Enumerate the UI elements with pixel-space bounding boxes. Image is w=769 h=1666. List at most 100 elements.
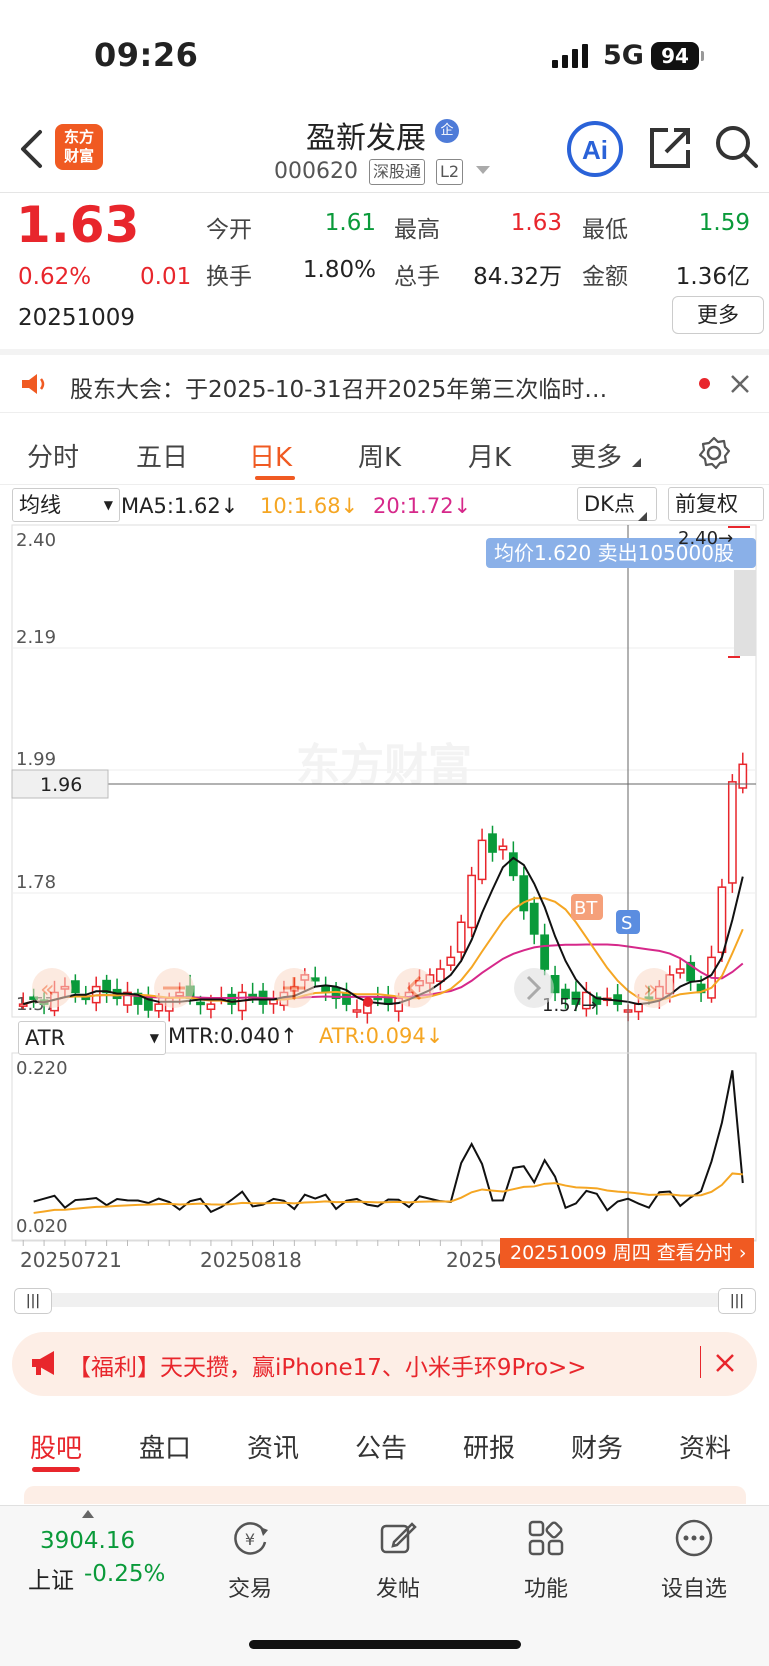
tab-pankou[interactable]: 盘口 <box>139 1428 191 1465</box>
back-icon[interactable] <box>18 128 44 170</box>
chevron-down-icon[interactable] <box>476 166 490 176</box>
tab-weekly-k[interactable]: 周K <box>358 437 401 474</box>
field-value: 1.80% <box>302 257 376 283</box>
change-amount: 0.01 <box>140 264 192 290</box>
field-value: 1.61 <box>324 210 376 236</box>
svg-text:Ai: Ai <box>582 135 608 165</box>
candle-body <box>154 1003 164 1012</box>
field-label: 总手 <box>394 264 440 290</box>
candle-body <box>70 980 80 994</box>
kline-chart[interactable]: 东方财富 2.40 2.19 1.99 1.78 1.57 1.96 均价1.6… <box>0 480 769 1270</box>
tab-announcements[interactable]: 公告 <box>355 1428 407 1465</box>
tab-underline <box>32 1467 80 1472</box>
close-icon[interactable] <box>715 1353 735 1373</box>
grid-icon[interactable] <box>526 1518 566 1558</box>
stock-code: 000620 <box>274 159 358 184</box>
enterprise-badge: 企 <box>435 119 459 143</box>
chevron-icon <box>632 458 641 467</box>
current-price: 1.63 <box>16 196 140 254</box>
tab-minute[interactable]: 分时 <box>27 437 79 474</box>
candle-body <box>81 996 91 1001</box>
candle-body <box>206 1003 216 1011</box>
range-handle-right[interactable]: ||| <box>718 1288 756 1314</box>
watermark: 东方财富 <box>296 741 472 790</box>
candle-body <box>352 1009 362 1013</box>
atr-line <box>33 1172 743 1214</box>
tab-research[interactable]: 研报 <box>463 1428 515 1465</box>
view-intraday-button[interactable]: 20251009 周四 查看分时 › <box>500 1238 754 1268</box>
atr-select[interactable]: ATR ▼ <box>18 1021 166 1055</box>
candle-body <box>456 921 466 953</box>
index-name[interactable]: 上证 <box>28 1561 74 1595</box>
footer-post[interactable]: 发帖 <box>358 1571 438 1603</box>
shareholder-notice[interactable]: 股东大会：于2025-10-31召开2025年第三次临时… <box>70 370 607 404</box>
candle-body <box>196 1001 205 1006</box>
content-preview <box>24 1486 746 1504</box>
svg-text:¥: ¥ <box>245 1530 255 1549</box>
share-icon[interactable] <box>648 126 692 170</box>
stock-name: 盈新发展 <box>306 121 426 156</box>
range-handle-left[interactable]: ||| <box>14 1288 52 1314</box>
candle-body <box>488 833 497 853</box>
scroll-right-button[interactable] <box>514 968 554 1008</box>
field-label: 换手 <box>206 264 252 290</box>
candle-body <box>519 875 529 912</box>
tab-news[interactable]: 资讯 <box>247 1428 299 1465</box>
more-dots-icon[interactable] <box>674 1518 714 1558</box>
ai-icon[interactable]: Ai <box>566 120 624 178</box>
scroll-left-button[interactable] <box>394 968 434 1008</box>
svg-text:»: » <box>643 975 658 1003</box>
footer-trade[interactable]: 交易 <box>210 1571 290 1603</box>
index-value[interactable]: 3904.16 <box>40 1528 135 1554</box>
max-marker: 2.40→ <box>678 528 733 549</box>
more-button[interactable]: 更多 <box>672 296 764 334</box>
search-icon[interactable] <box>714 124 760 170</box>
tab-guba[interactable]: 股吧 <box>30 1428 82 1465</box>
candle-body <box>529 902 539 935</box>
tab-more[interactable]: 更多 <box>570 437 622 474</box>
battery-icon: 94 <box>651 42 699 70</box>
tab-finance[interactable]: 财务 <box>571 1428 623 1465</box>
candle-body <box>310 977 320 982</box>
tab-monthly-k[interactable]: 月K <box>468 437 511 474</box>
gear-icon[interactable] <box>697 436 731 470</box>
close-icon[interactable] <box>730 374 750 394</box>
promo-text[interactable]: 【福利】天天攒，赢iPhone17、小米手环9Pro>> <box>68 1348 587 1382</box>
tab-profile[interactable]: 资料 <box>679 1428 731 1465</box>
atr-value: ATR:0.094↓ <box>319 1024 444 1048</box>
tab-five-day[interactable]: 五日 <box>136 437 188 474</box>
y-label: 2.19 <box>16 627 56 648</box>
candle-body <box>467 874 477 929</box>
field-label: 今开 <box>206 217 252 243</box>
crosshair-price: 1.96 <box>40 774 82 796</box>
edit-icon[interactable] <box>378 1518 418 1558</box>
tag-shenggutong: 深股通 <box>369 159 426 185</box>
footer-watchlist[interactable]: 设自选 <box>654 1571 734 1603</box>
tab-daily-k[interactable]: 日K <box>249 437 292 474</box>
signal-icon <box>552 44 588 68</box>
field-label: 最低 <box>582 217 628 243</box>
candle-body <box>634 1003 643 1013</box>
svg-text:S: S <box>621 913 632 934</box>
field-value: 1.59 <box>698 210 750 236</box>
candle-body <box>477 839 487 881</box>
trade-icon[interactable]: ¥ <box>230 1518 270 1558</box>
candle-body <box>342 992 351 1005</box>
red-marker-dot <box>363 997 373 1007</box>
index-change[interactable]: -0.25% <box>84 1561 165 1587</box>
field-label: 最高 <box>394 217 440 243</box>
candle-body <box>727 781 737 884</box>
quote-date: 20251009 <box>18 305 136 331</box>
footer-functions[interactable]: 功能 <box>506 1571 586 1603</box>
battery-tip <box>701 51 704 61</box>
divider <box>0 412 769 413</box>
svg-text:BT: BT <box>574 898 598 919</box>
field-value: 1.36亿 <box>675 264 750 290</box>
scroll-thumb <box>734 570 756 656</box>
tag-l2: L2 <box>436 159 464 185</box>
y-label: 1.78 <box>16 872 56 893</box>
x-label: 20250721 <box>20 1248 122 1272</box>
chevron-up-icon[interactable] <box>82 1510 94 1518</box>
field-label: 金额 <box>582 264 628 290</box>
range-slider[interactable] <box>14 1293 756 1307</box>
